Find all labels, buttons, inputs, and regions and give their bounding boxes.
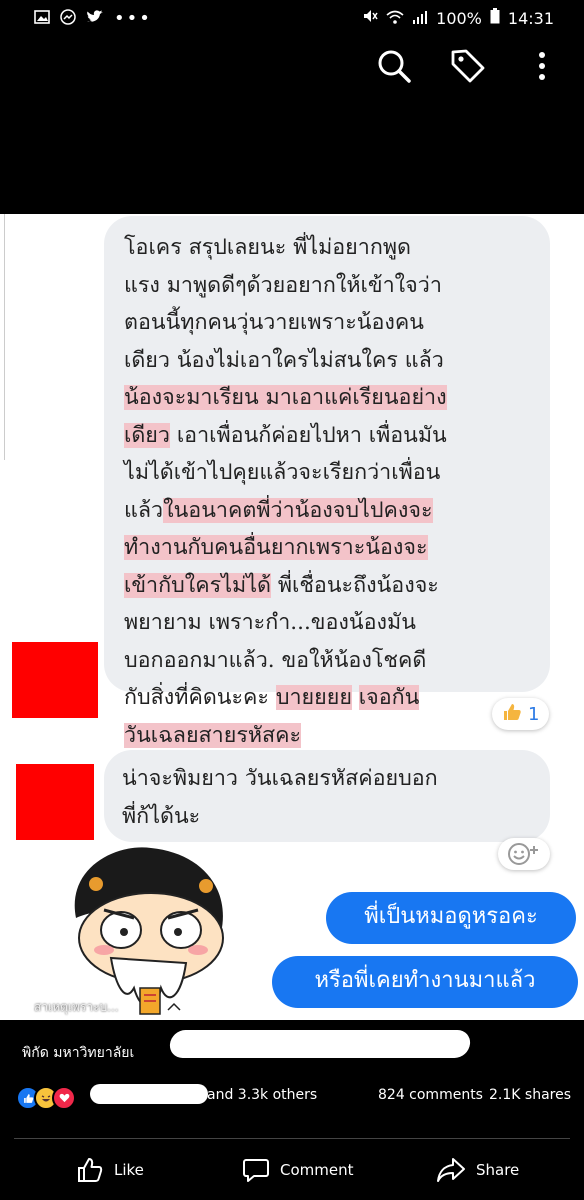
message-line: เดียว น้องไม่เอาใครไม่สนใคร แล้ว xyxy=(124,347,444,373)
highlighted-text: น้องจะมาเรียน มาเอาแค่เรียนอย่าง xyxy=(124,385,447,410)
photo-edge xyxy=(4,214,5,460)
share-button[interactable]: Share xyxy=(436,1156,519,1184)
thumbs-up-outline-icon xyxy=(78,1158,103,1182)
reactions-count[interactable]: and 3.3k others xyxy=(207,1087,317,1103)
comments-count[interactable]: 824 comments xyxy=(378,1087,483,1103)
search-button[interactable] xyxy=(374,46,414,86)
mute-icon xyxy=(362,8,378,28)
like-button[interactable]: Like xyxy=(76,1156,144,1184)
divider xyxy=(14,1138,570,1139)
shared-photo[interactable]: โอเคร สรุปเลยนะ พี่ไม่อยากพูด แรง มาพูดด… xyxy=(0,214,584,1020)
photo-watermark: สาเหตุเพราะบ... xyxy=(34,1000,119,1014)
sent-message-text: พี่เป็นหมอดูหรอคะ xyxy=(364,904,538,929)
highlighted-text: ทำงานกับคนอื่นยากเพราะน้องจะ xyxy=(124,535,428,560)
photo-toolbar xyxy=(374,46,562,86)
signal-icon xyxy=(412,9,428,28)
message-line: แรง มาพูดดีๆด้วยอยากให้เข้าใจว่า xyxy=(124,272,442,298)
battery-icon xyxy=(490,8,500,28)
share-arrow-icon xyxy=(437,1158,465,1182)
message-line: กับสิ่งที่คิดนะคะ xyxy=(124,685,276,710)
highlighted-text: ในอนาคตพี่ว่าน้องจบไปคงจะ xyxy=(163,497,433,523)
received-message-short: น่าจะพิมยาว วันเฉลยรหัสค่อยบอก พี่ก้ได้น… xyxy=(104,750,550,842)
highlighted-text: วันเฉลยสายรหัสคะ xyxy=(124,722,302,748)
received-message-long: โอเคร สรุปเลยนะ พี่ไม่อยากพูด แรง มาพูดด… xyxy=(104,216,550,748)
add-reaction-button[interactable] xyxy=(498,838,550,870)
message-line: แล้ว xyxy=(124,497,164,523)
redacted-avatar xyxy=(16,764,94,840)
more-options-button[interactable] xyxy=(522,46,562,86)
highlighted-text: บายยยย xyxy=(275,685,352,710)
highlighted-text: เดียว xyxy=(124,422,170,448)
sent-message: พี่เป็นหมอดูหรอคะ xyxy=(326,892,576,944)
sent-message-text: หรือพี่เคยทำงานมาแล้ว xyxy=(314,968,536,993)
message-line: พี่ก้ได้นะ xyxy=(122,803,201,829)
message-line: น่าจะพิมยาว วันเฉลยรหัสค่อยบอก xyxy=(122,766,438,791)
message-line xyxy=(352,685,359,710)
redacted-avatar xyxy=(12,642,98,718)
smiley-plus-icon xyxy=(508,843,538,865)
comment-button[interactable]: Comment xyxy=(242,1156,354,1184)
location-text: พิกัด มหาวิทยาลัยเ xyxy=(22,1045,135,1061)
vertical-dots-icon xyxy=(539,52,545,80)
twitter-icon xyxy=(86,9,104,28)
sent-message: หรือพี่เคยทำงานมาแล้ว xyxy=(272,956,578,1008)
message-line: ตอนนี้ทุกคนวุ่นวายเพราะน้องคน xyxy=(124,310,424,335)
message-line: บอกออกมาแล้ว. ขอให้น้องโชคดี xyxy=(124,647,427,673)
post-actions: Like Comment Share xyxy=(0,1148,584,1192)
message-line: เอาเพื่อนก้ค่อยไปหา เพื่อนมัน xyxy=(169,422,447,448)
message-line: ไม่ได้เข้าไปคุยแล้วจะเรียกว่าเพื่อน xyxy=(124,460,441,485)
redacted-caption xyxy=(168,1030,472,1058)
search-icon xyxy=(378,50,411,83)
message-line: พยายาม เพราะกำ...ของน้องมัน xyxy=(124,610,416,635)
wifi-icon xyxy=(386,9,404,28)
share-label: Share xyxy=(476,1161,520,1179)
more-dots-icon: ••• xyxy=(114,8,152,29)
battery-percent: 100% xyxy=(436,8,482,28)
reaction-icons[interactable] xyxy=(16,1086,76,1110)
message-line: พี่เชื่อนะถึงน้องจะ xyxy=(270,572,439,598)
highlighted-text: เข้ากับใครไม่ได้ xyxy=(124,572,271,598)
messenger-icon xyxy=(60,8,76,29)
shares-count[interactable]: 2.1K shares xyxy=(489,1087,571,1103)
like-reaction-badge[interactable]: 1 xyxy=(492,698,550,730)
like-label: Like xyxy=(114,1161,144,1179)
highlighted-text: เจอกัน xyxy=(358,685,420,710)
gallery-icon xyxy=(34,9,50,28)
message-line: โอเคร สรุปเลยนะ พี่ไม่อยากพูด xyxy=(124,235,411,260)
comment-label: Comment xyxy=(280,1161,354,1179)
reaction-count: 1 xyxy=(528,703,540,725)
post-stats: and 3.3k others 824 comments 2.1K shares xyxy=(0,1078,584,1114)
thumbs-up-icon xyxy=(502,702,522,727)
tag-icon xyxy=(451,49,485,83)
clock: 14:31 xyxy=(507,8,554,28)
cartoon-sticker xyxy=(74,847,224,1015)
love-icon xyxy=(52,1086,76,1110)
tag-button[interactable] xyxy=(448,46,488,86)
redacted-names xyxy=(90,1084,208,1104)
status-bar: ••• 100% 14:31 xyxy=(0,0,584,36)
comment-icon xyxy=(243,1159,269,1182)
